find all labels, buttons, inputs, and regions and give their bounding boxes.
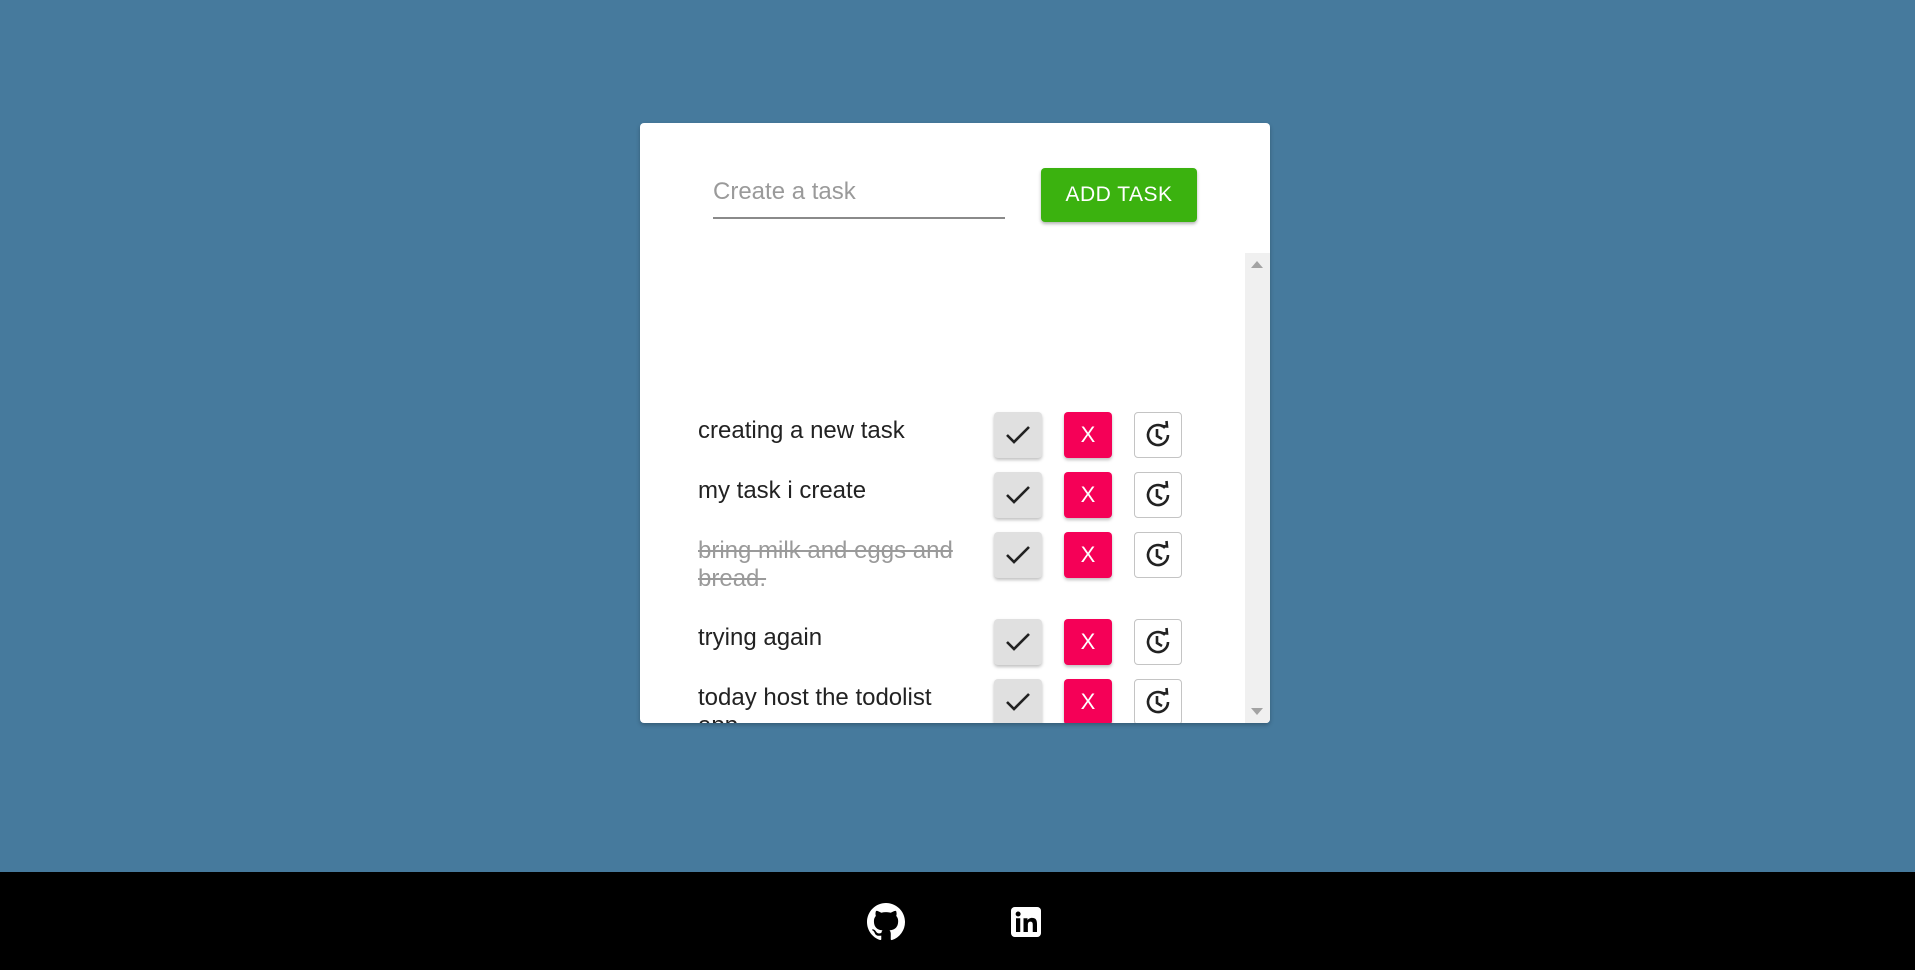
check-icon — [1006, 633, 1030, 651]
complete-task-button[interactable] — [994, 532, 1042, 578]
check-icon — [1006, 546, 1030, 564]
postpone-task-button[interactable] — [1134, 679, 1182, 723]
postpone-task-button[interactable] — [1134, 619, 1182, 665]
complete-task-button[interactable] — [994, 472, 1042, 518]
delete-task-button[interactable]: X — [1064, 679, 1112, 723]
task-input-wrapper — [713, 167, 1005, 219]
check-icon — [1006, 426, 1030, 444]
task-text: trying again — [698, 624, 823, 651]
delete-task-button[interactable]: X — [1064, 619, 1112, 665]
scroll-down-arrow-icon[interactable] — [1251, 708, 1263, 715]
task-list: creating a new task X my task i create X… — [640, 253, 1245, 723]
linkedin-icon — [1011, 907, 1041, 937]
task-text: creating a new task — [698, 417, 905, 444]
history-icon — [1146, 540, 1170, 567]
postpone-task-button[interactable] — [1134, 532, 1182, 578]
todo-card: ADD TASK creating a new task X — [640, 123, 1270, 723]
check-icon — [1006, 486, 1030, 504]
footer — [0, 872, 1915, 970]
github-link[interactable] — [866, 902, 906, 942]
linkedin-link[interactable] — [1006, 902, 1046, 942]
page-background: ADD TASK creating a new task X — [0, 0, 1915, 872]
complete-task-button[interactable] — [994, 679, 1042, 723]
delete-task-button[interactable]: X — [1064, 532, 1112, 578]
postpone-task-button[interactable] — [1134, 472, 1182, 518]
complete-task-button[interactable] — [994, 619, 1042, 665]
complete-task-button[interactable] — [994, 412, 1042, 458]
task-list-scrollbar[interactable] — [1245, 253, 1270, 723]
history-icon — [1146, 480, 1170, 507]
github-icon — [867, 903, 905, 941]
scroll-up-arrow-icon[interactable] — [1251, 261, 1263, 268]
history-icon — [1146, 627, 1170, 654]
add-task-button[interactable]: ADD TASK — [1041, 168, 1197, 222]
check-icon — [1006, 693, 1030, 711]
task-text: today host the todolist app — [698, 684, 932, 723]
history-icon — [1146, 687, 1170, 714]
history-icon — [1146, 420, 1170, 447]
postpone-task-button[interactable] — [1134, 412, 1182, 458]
task-text: my task i create — [698, 477, 867, 504]
delete-task-button[interactable]: X — [1064, 472, 1112, 518]
task-text: bring milk and eggs and bread. — [698, 537, 953, 592]
delete-task-button[interactable]: X — [1064, 412, 1112, 458]
task-input[interactable] — [713, 167, 1005, 217]
